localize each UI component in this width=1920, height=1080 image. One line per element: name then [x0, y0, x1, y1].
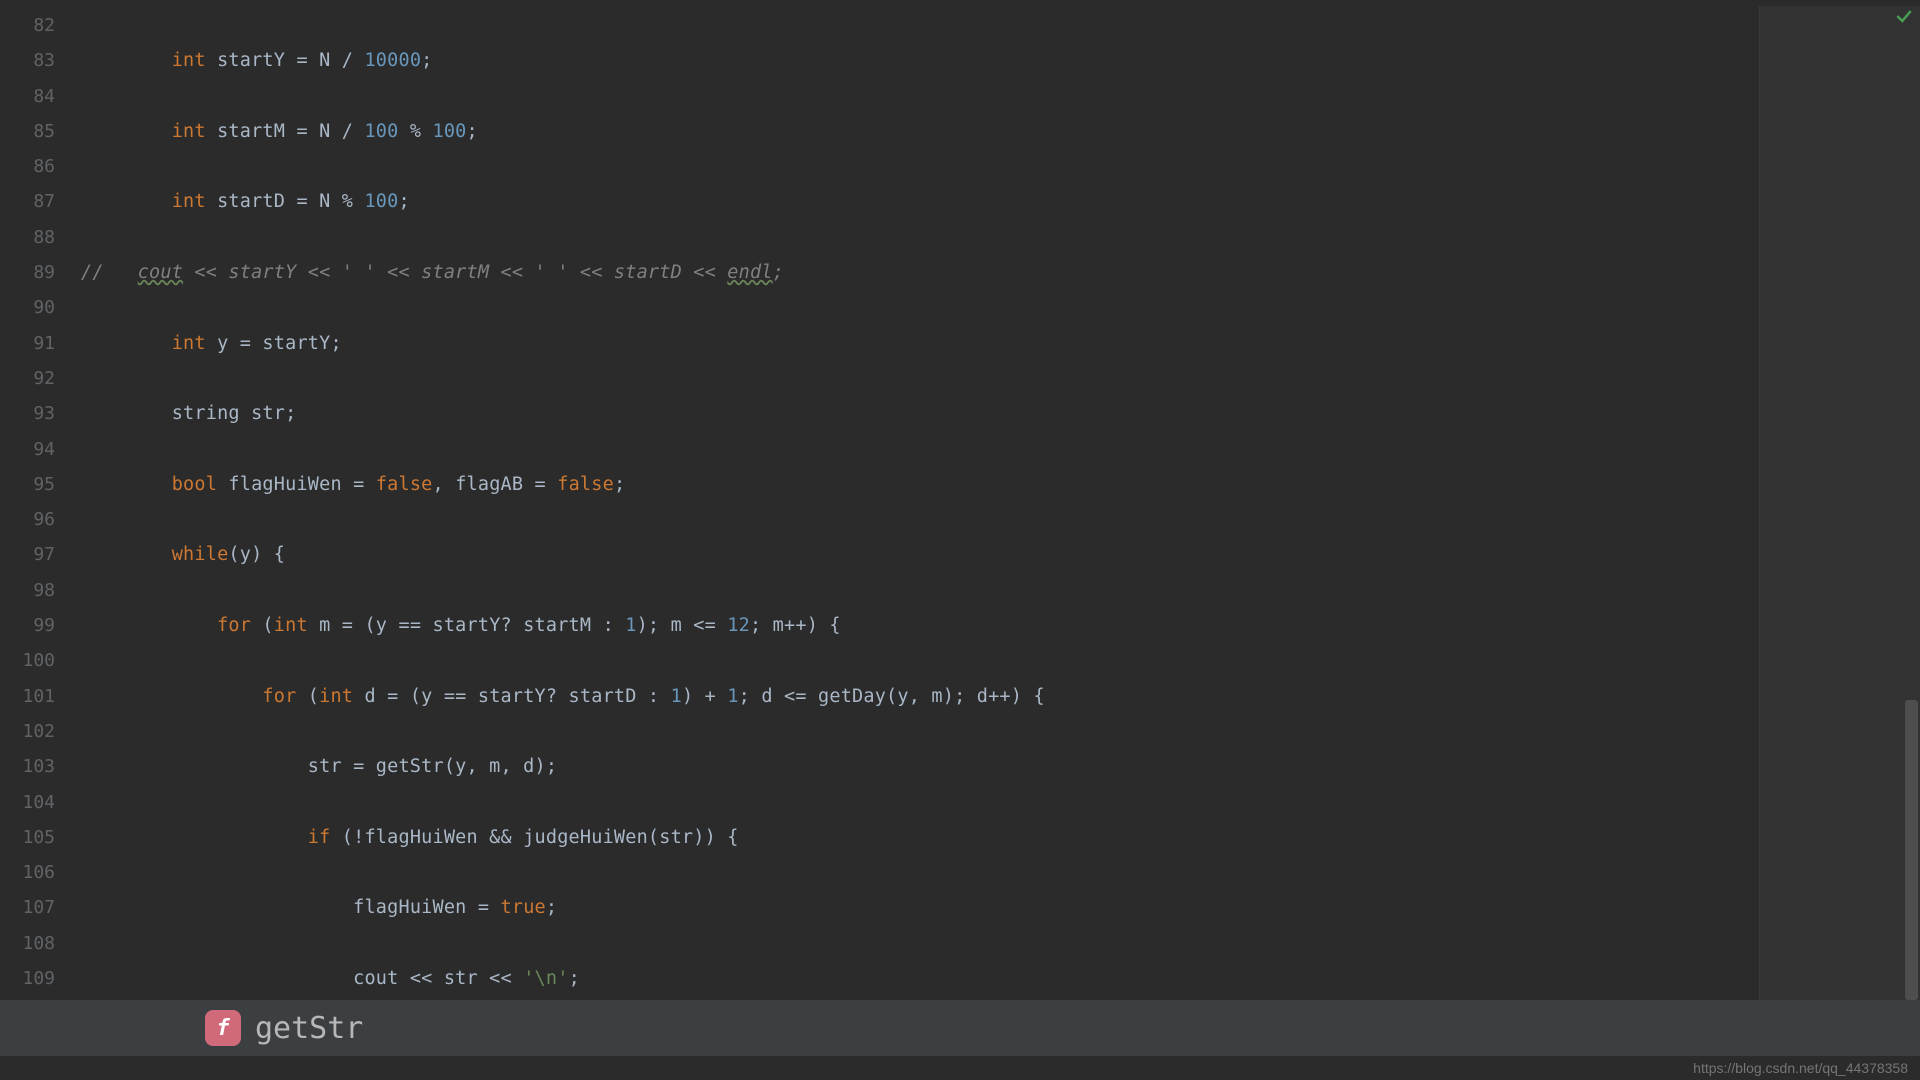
line-number: 86 [0, 149, 55, 184]
code-line: if (!flagHuiWen && judgeHuiWen(str)) { [81, 820, 1760, 855]
line-number: 106 [0, 855, 55, 890]
code-line: for (int d = (y == startY? startD : 1) +… [81, 679, 1760, 714]
line-number: 95 [0, 467, 55, 502]
code-line: // cout << startY << ' ' << startM << ' … [81, 255, 1760, 290]
line-number: 101 [0, 679, 55, 714]
line-number: 82 [0, 8, 55, 43]
analysis-ok-icon [1894, 6, 1914, 26]
code-line: string str; [81, 396, 1760, 431]
breadcrumb-function-name[interactable]: getStr [255, 1011, 363, 1046]
line-number: 107 [0, 890, 55, 925]
line-number: 102 [0, 714, 55, 749]
line-number: 88 [0, 220, 55, 255]
line-number: 100 [0, 643, 55, 678]
code-line: int y = startY; [81, 326, 1760, 361]
code-line: int startD = N % 100; [81, 184, 1760, 219]
code-line: int startM = N / 100 % 100; [81, 114, 1760, 149]
line-number: 103 [0, 749, 55, 784]
line-number: 98 [0, 573, 55, 608]
line-number: 104 [0, 785, 55, 820]
minimap-panel[interactable] [1759, 0, 1920, 1013]
code-line: bool flagHuiWen = false, flagAB = false; [81, 467, 1760, 502]
code-line: flagHuiWen = true; [81, 890, 1760, 925]
line-number: 85 [0, 114, 55, 149]
code-line: for (int m = (y == startY? startM : 1); … [81, 608, 1760, 643]
line-number: 90 [0, 290, 55, 325]
line-number: 94 [0, 432, 55, 467]
line-number: 84 [0, 79, 55, 114]
line-number: 91 [0, 326, 55, 361]
line-number: 97 [0, 537, 55, 572]
line-number: 96 [0, 502, 55, 537]
code-content[interactable]: int startY = N / 10000; int startM = N /… [63, 0, 1760, 1013]
scrollbar-thumb[interactable] [1905, 700, 1918, 1000]
line-number: 108 [0, 926, 55, 961]
code-line: str = getStr(y, m, d); [81, 749, 1760, 784]
code-line: cout << str << '\n'; [81, 961, 1760, 996]
line-number: 99 [0, 608, 55, 643]
line-number: 89 [0, 255, 55, 290]
code-editor[interactable]: 8283848586878889909192939495969798991001… [0, 0, 1760, 1013]
code-line: while(y) { [81, 537, 1760, 572]
watermark-text: https://blog.csdn.net/qq_44378358 [1693, 1060, 1908, 1076]
line-number: 92 [0, 361, 55, 396]
line-number: 109 [0, 961, 55, 996]
breadcrumb-bar[interactable]: f getStr [0, 1000, 1920, 1056]
line-number: 83 [0, 43, 55, 78]
line-number: 105 [0, 820, 55, 855]
code-line: int startY = N / 10000; [81, 43, 1760, 78]
top-crop-strip [0, 0, 1920, 6]
line-number: 93 [0, 396, 55, 431]
line-number: 87 [0, 184, 55, 219]
line-number-gutter: 8283848586878889909192939495969798991001… [0, 0, 63, 1013]
function-icon: f [205, 1010, 241, 1046]
